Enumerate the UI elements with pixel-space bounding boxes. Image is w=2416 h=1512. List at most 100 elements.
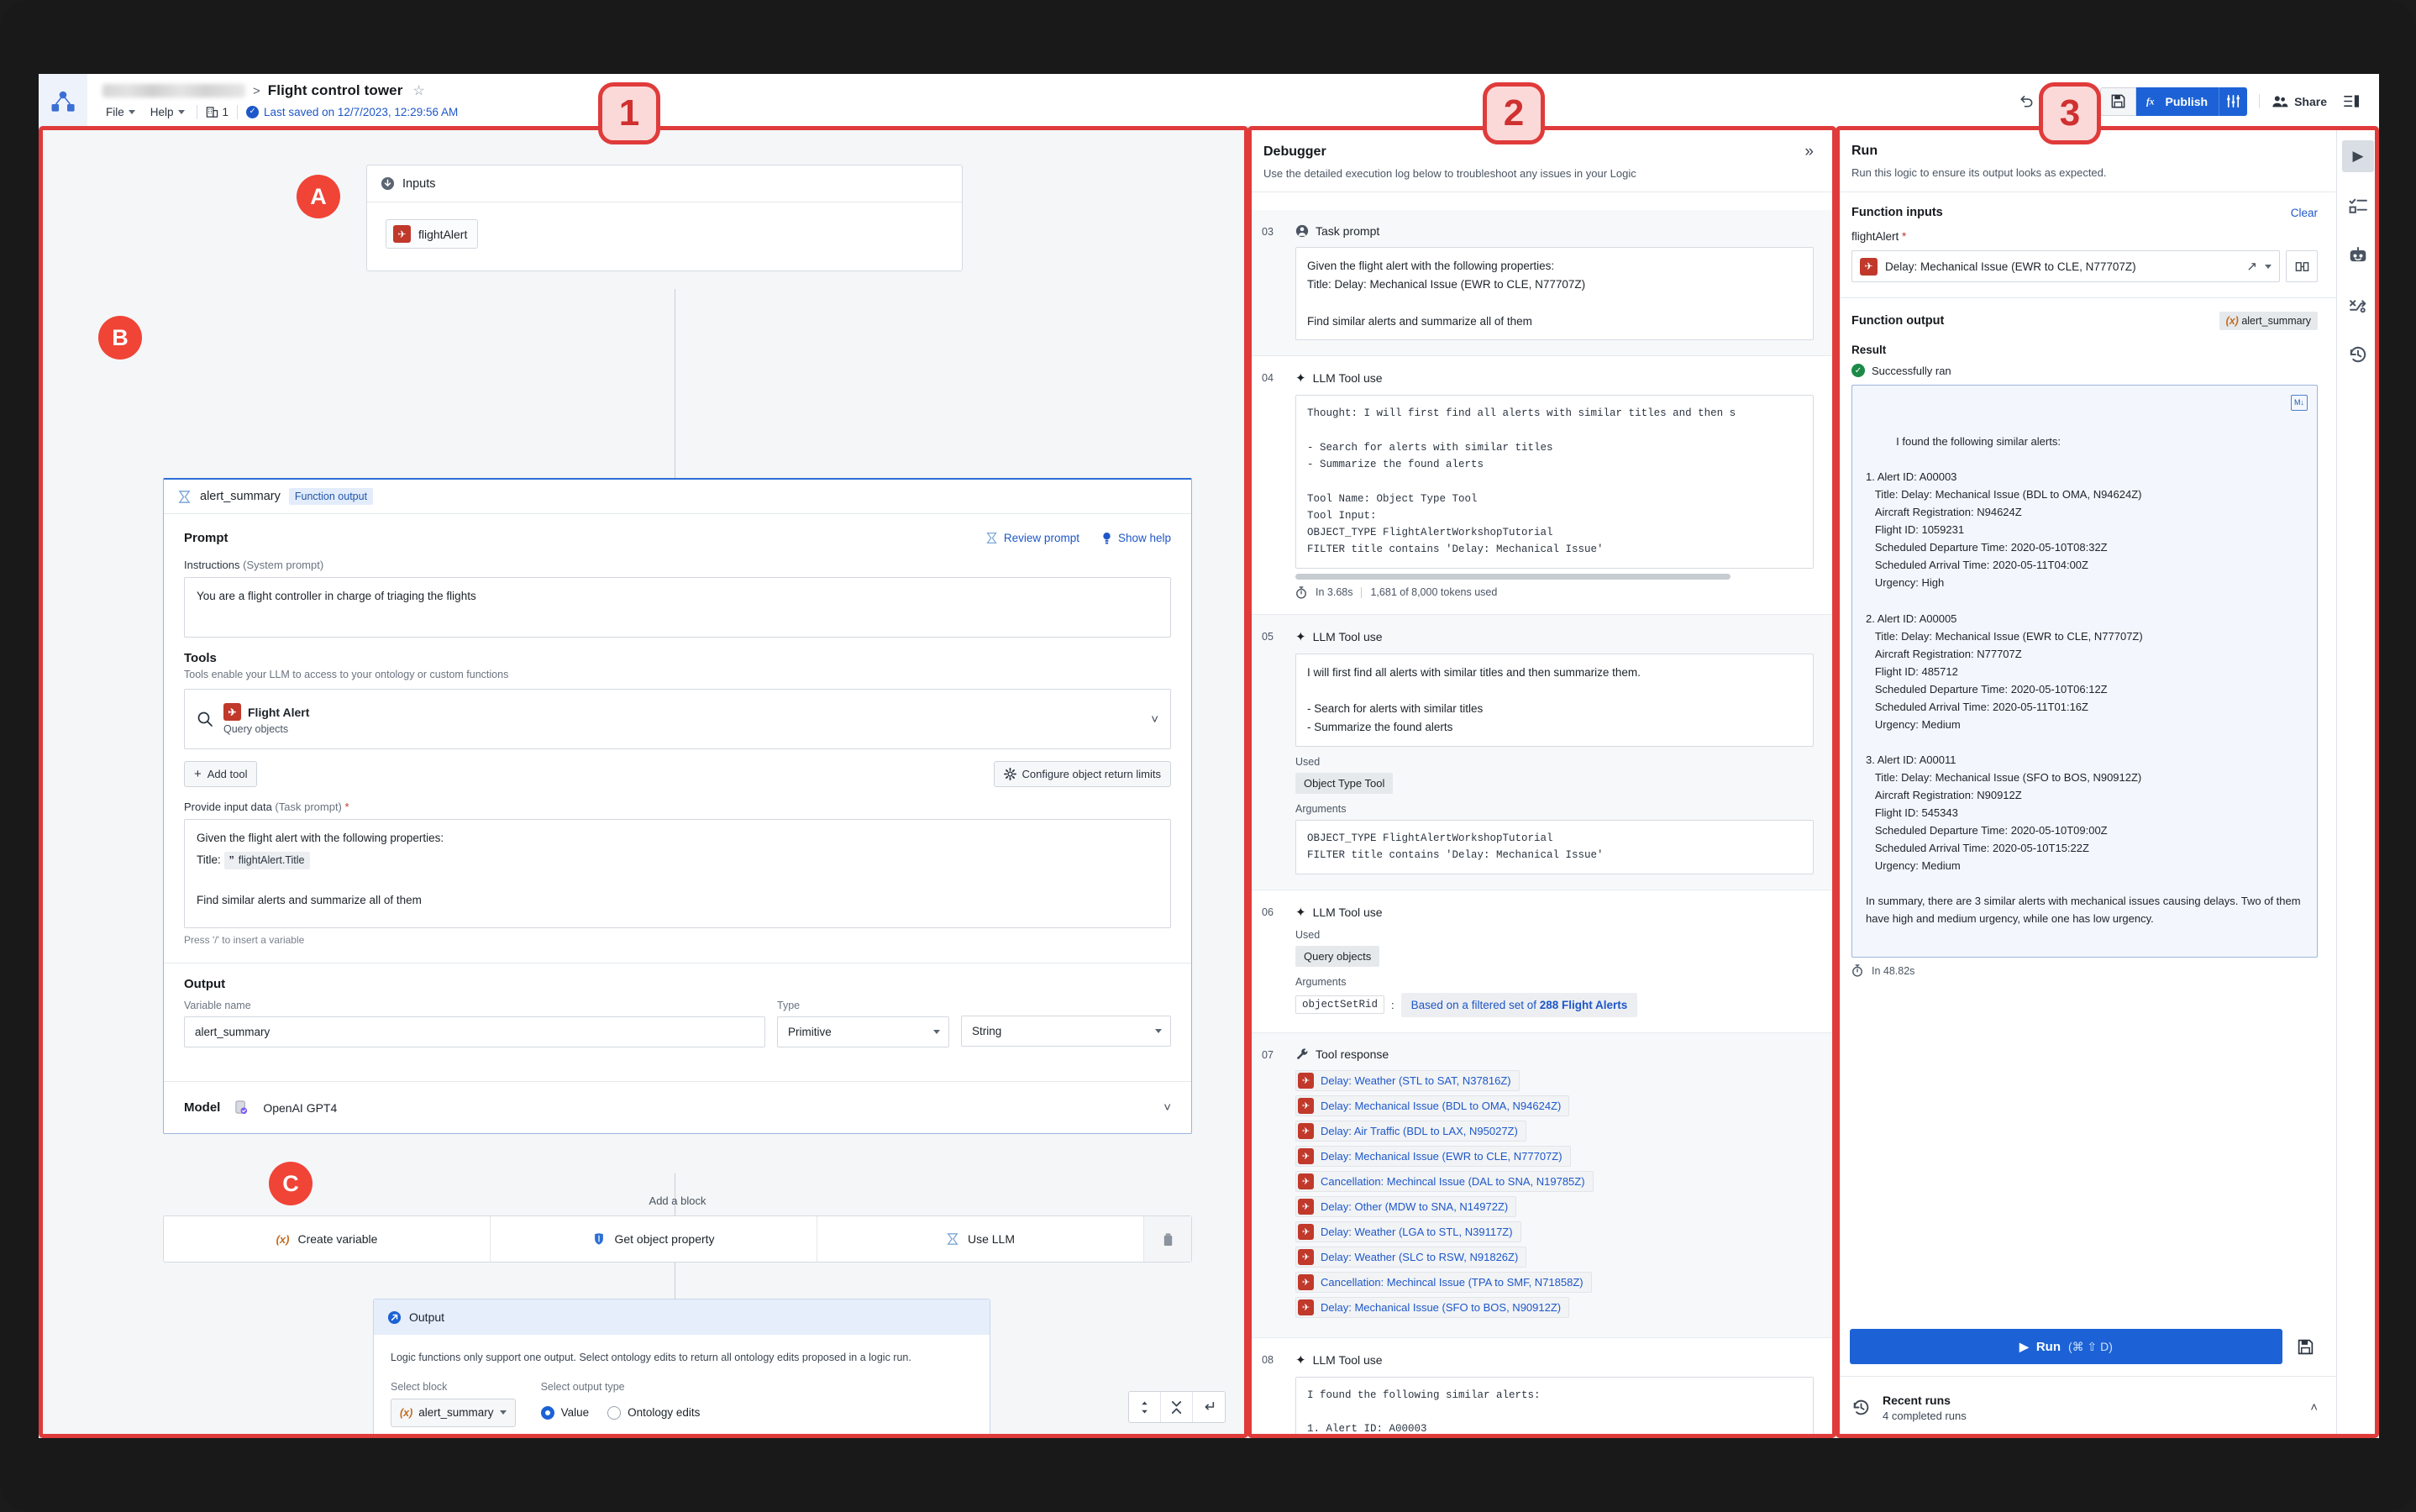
clear-inputs-button[interactable]: Clear xyxy=(2291,207,2318,219)
save-run-button[interactable] xyxy=(2291,1332,2319,1361)
add-block-use-llm[interactable]: Use LLM xyxy=(817,1216,1144,1262)
rail-item-checks[interactable] xyxy=(2342,190,2374,222)
tool-row-flight-alert[interactable]: ✈ Flight Alert Query objects ˅ xyxy=(184,689,1171,749)
configure-object-return-limits-button[interactable]: Configure object return limits xyxy=(993,761,1171,787)
chevron-down-icon[interactable]: ˅ xyxy=(1151,712,1158,727)
alert-chip[interactable]: ✈ Cancellation: Mechincal Issue (DAL to S… xyxy=(1295,1170,1594,1192)
chevrons-right-icon[interactable]: » xyxy=(1804,144,1814,160)
debug-step[interactable]: 08 ✦ LLM Tool use I found the following … xyxy=(1245,1338,1832,1438)
task-prompt-label: Provide input data (Task prompt) * xyxy=(184,801,1171,813)
selected-block-label: alert_summary xyxy=(418,1406,494,1420)
chevron-down-icon[interactable] xyxy=(2265,264,2272,269)
undo-icon[interactable] xyxy=(2014,89,2039,114)
add-block-get-object-property[interactable]: Get object property xyxy=(491,1216,817,1262)
debug-step[interactable]: 06 ✦ LLM Tool use Used Query objects Arg… xyxy=(1245,890,1832,1033)
debug-step[interactable]: 03 Task prompt Given the flight alert wi… xyxy=(1245,210,1832,357)
rail-item-agent[interactable] xyxy=(2342,239,2374,271)
debug-step[interactable]: 04 ✦ LLM Tool use Thought: I will first … xyxy=(1245,356,1832,615)
show-help-button[interactable]: Show help xyxy=(1101,532,1171,545)
radio-ontology-edits[interactable]: Ontology edits xyxy=(607,1405,701,1420)
divider xyxy=(237,104,239,119)
select-block-dropdown[interactable]: (x) alert_summary xyxy=(391,1398,516,1427)
review-prompt-button[interactable]: Review prompt xyxy=(985,532,1079,544)
task-variable-chip[interactable]: ” flightAlert.Title xyxy=(223,851,310,870)
run-button[interactable]: ▶ Run (⌘ ⇧ D) xyxy=(1850,1329,2282,1364)
flightalert-input[interactable]: ✈ Delay: Mechanical Issue (EWR to CLE, N… xyxy=(1851,250,2280,282)
task-prompt-input[interactable]: Given the flight alert with the followin… xyxy=(184,819,1171,928)
step-number: 03 xyxy=(1262,226,1274,238)
debug-step[interactable]: 05 ✦ LLM Tool use I will first find all … xyxy=(1245,614,1832,890)
add-tool-button[interactable]: + Add tool xyxy=(184,761,258,787)
radio-ontology-label: Ontology edits xyxy=(628,1406,701,1420)
horizontal-scrollbar[interactable] xyxy=(1295,573,1731,580)
model-row[interactable]: Model OpenAI GPT4 ˅ xyxy=(164,1081,1191,1133)
open-external-icon[interactable]: ↗ xyxy=(2246,259,2257,274)
alert-chip[interactable]: ✈ Delay: Other (MDW to SNA, N14972Z) xyxy=(1295,1195,1517,1217)
step-number: 05 xyxy=(1262,630,1274,643)
chevron-down-icon xyxy=(177,109,185,114)
alert-chip-label: Delay: Mechanical Issue (EWR to CLE, N77… xyxy=(1321,1149,1563,1163)
run-status: ✓ Successfully ran xyxy=(1851,364,2318,377)
share-button[interactable]: Share xyxy=(2272,94,2327,109)
canvas-controls xyxy=(1128,1391,1226,1423)
llm-block[interactable]: alert_summary Function output Prompt Rev… xyxy=(163,478,1192,1134)
panel-layout-icon[interactable] xyxy=(2339,89,2364,114)
collapse-icon[interactable] xyxy=(1161,1392,1193,1422)
subtype-select[interactable]: String xyxy=(961,1015,1171,1047)
argument-key: objectSetRid xyxy=(1295,995,1385,1015)
alert-chip[interactable]: ✈ Delay: Air Traffic (BDL to LAX, N95027Z… xyxy=(1295,1120,1526,1142)
used-tool-chip[interactable]: Object Type Tool xyxy=(1295,773,1394,795)
save-button[interactable] xyxy=(2099,87,2136,116)
inputs-block[interactable]: Inputs ✈ flightAlert xyxy=(366,165,963,271)
publish-options-button[interactable] xyxy=(2219,87,2248,116)
logic-canvas[interactable]: Inputs ✈ flightAlert alert_summary Funct… xyxy=(39,129,1244,1438)
rail-item-run[interactable]: ▶ xyxy=(2342,140,2374,172)
alert-chip[interactable]: ✈ Delay: Mechanical Issue (BDL to OMA, N9… xyxy=(1295,1095,1570,1116)
alert-chip[interactable]: ✈ Delay: Weather (LGA to STL, N39117Z) xyxy=(1295,1221,1521,1242)
add-block-use-llm-label: Use LLM xyxy=(967,1232,1016,1246)
function-output-title: Function output xyxy=(1851,314,1945,328)
branch-indicator[interactable]: 1 xyxy=(206,106,228,118)
rail-item-branch[interactable] xyxy=(2342,289,2374,321)
alert-chip[interactable]: ✈ Delay: Weather (STL to SAT, N37816Z) xyxy=(1295,1069,1520,1091)
enter-icon[interactable] xyxy=(1193,1392,1225,1422)
radio-value[interactable]: Value xyxy=(540,1405,589,1420)
type-select[interactable]: Primitive xyxy=(777,1016,949,1047)
alert-chip[interactable]: ✈ Delay: Mechanical Issue (EWR to CLE, N7… xyxy=(1295,1145,1571,1167)
chevron-down-icon[interactable]: ˅ xyxy=(1163,1100,1171,1115)
variable-name-input[interactable]: alert_summary xyxy=(184,1016,765,1047)
markdown-toggle-icon[interactable]: M↓ xyxy=(2291,395,2308,411)
app-logo[interactable] xyxy=(39,74,87,129)
chevron-up-icon[interactable]: ˄ xyxy=(2310,1400,2318,1415)
rail-item-history[interactable] xyxy=(2342,339,2374,370)
menu-file[interactable]: File xyxy=(102,105,139,119)
save-icon xyxy=(2111,94,2125,108)
output-section: Output Variable name alert_summary Type … xyxy=(164,963,1191,1064)
run-result-box[interactable]: M↓ I found the following similar alerts:… xyxy=(1851,385,2318,958)
favorite-star-icon[interactable]: ☆ xyxy=(412,82,424,99)
recent-runs-row[interactable]: Recent runs 4 completed runs ˄ xyxy=(1833,1376,2336,1438)
task-label-muted: (Task prompt) xyxy=(275,801,342,813)
publish-label: Publish xyxy=(2165,94,2209,108)
output-variable-chip[interactable]: (x) alert_summary xyxy=(2219,312,2318,330)
used-tool-chip[interactable]: Query objects xyxy=(1295,945,1380,967)
run-duration: In 48.82s xyxy=(1872,964,1915,977)
paste-icon[interactable] xyxy=(2286,250,2318,282)
alert-chip[interactable]: ✈ Delay: Weather (SLC to RSW, N91826Z) xyxy=(1295,1246,1527,1268)
add-block-create-variable[interactable]: (x) Create variable xyxy=(164,1216,491,1262)
function-output-tag: Function output xyxy=(288,488,374,505)
debugger-log[interactable]: 03 Task prompt Given the flight alert wi… xyxy=(1245,210,1832,1438)
delete-block-button[interactable] xyxy=(1144,1216,1191,1262)
llm-block-header: alert_summary Function output xyxy=(164,480,1191,514)
alert-chip[interactable]: ✈ Cancellation: Mechincal Issue (TPA to S… xyxy=(1295,1271,1592,1293)
breadcrumb-project-blurred[interactable] xyxy=(102,84,245,97)
instructions-input[interactable]: You are a flight controller in charge of… xyxy=(184,577,1171,638)
fit-vertical-icon[interactable] xyxy=(1129,1392,1161,1422)
alert-chip[interactable]: ✈ Delay: Mechanical Issue (SFO to BOS, N9… xyxy=(1295,1296,1570,1318)
debug-step[interactable]: 07 Tool response ✈ Delay: Weather (STL to… xyxy=(1245,1032,1832,1338)
input-variable-flightalert[interactable]: ✈ flightAlert xyxy=(386,219,479,249)
menu-help[interactable]: Help xyxy=(147,105,188,119)
publish-button[interactable]: fx Publish xyxy=(2135,87,2219,116)
object-set-chip[interactable]: Based on a filtered set of 288 Flight Al… xyxy=(1400,992,1638,1017)
output-block[interactable]: Output Logic functions only support one … xyxy=(373,1299,990,1438)
